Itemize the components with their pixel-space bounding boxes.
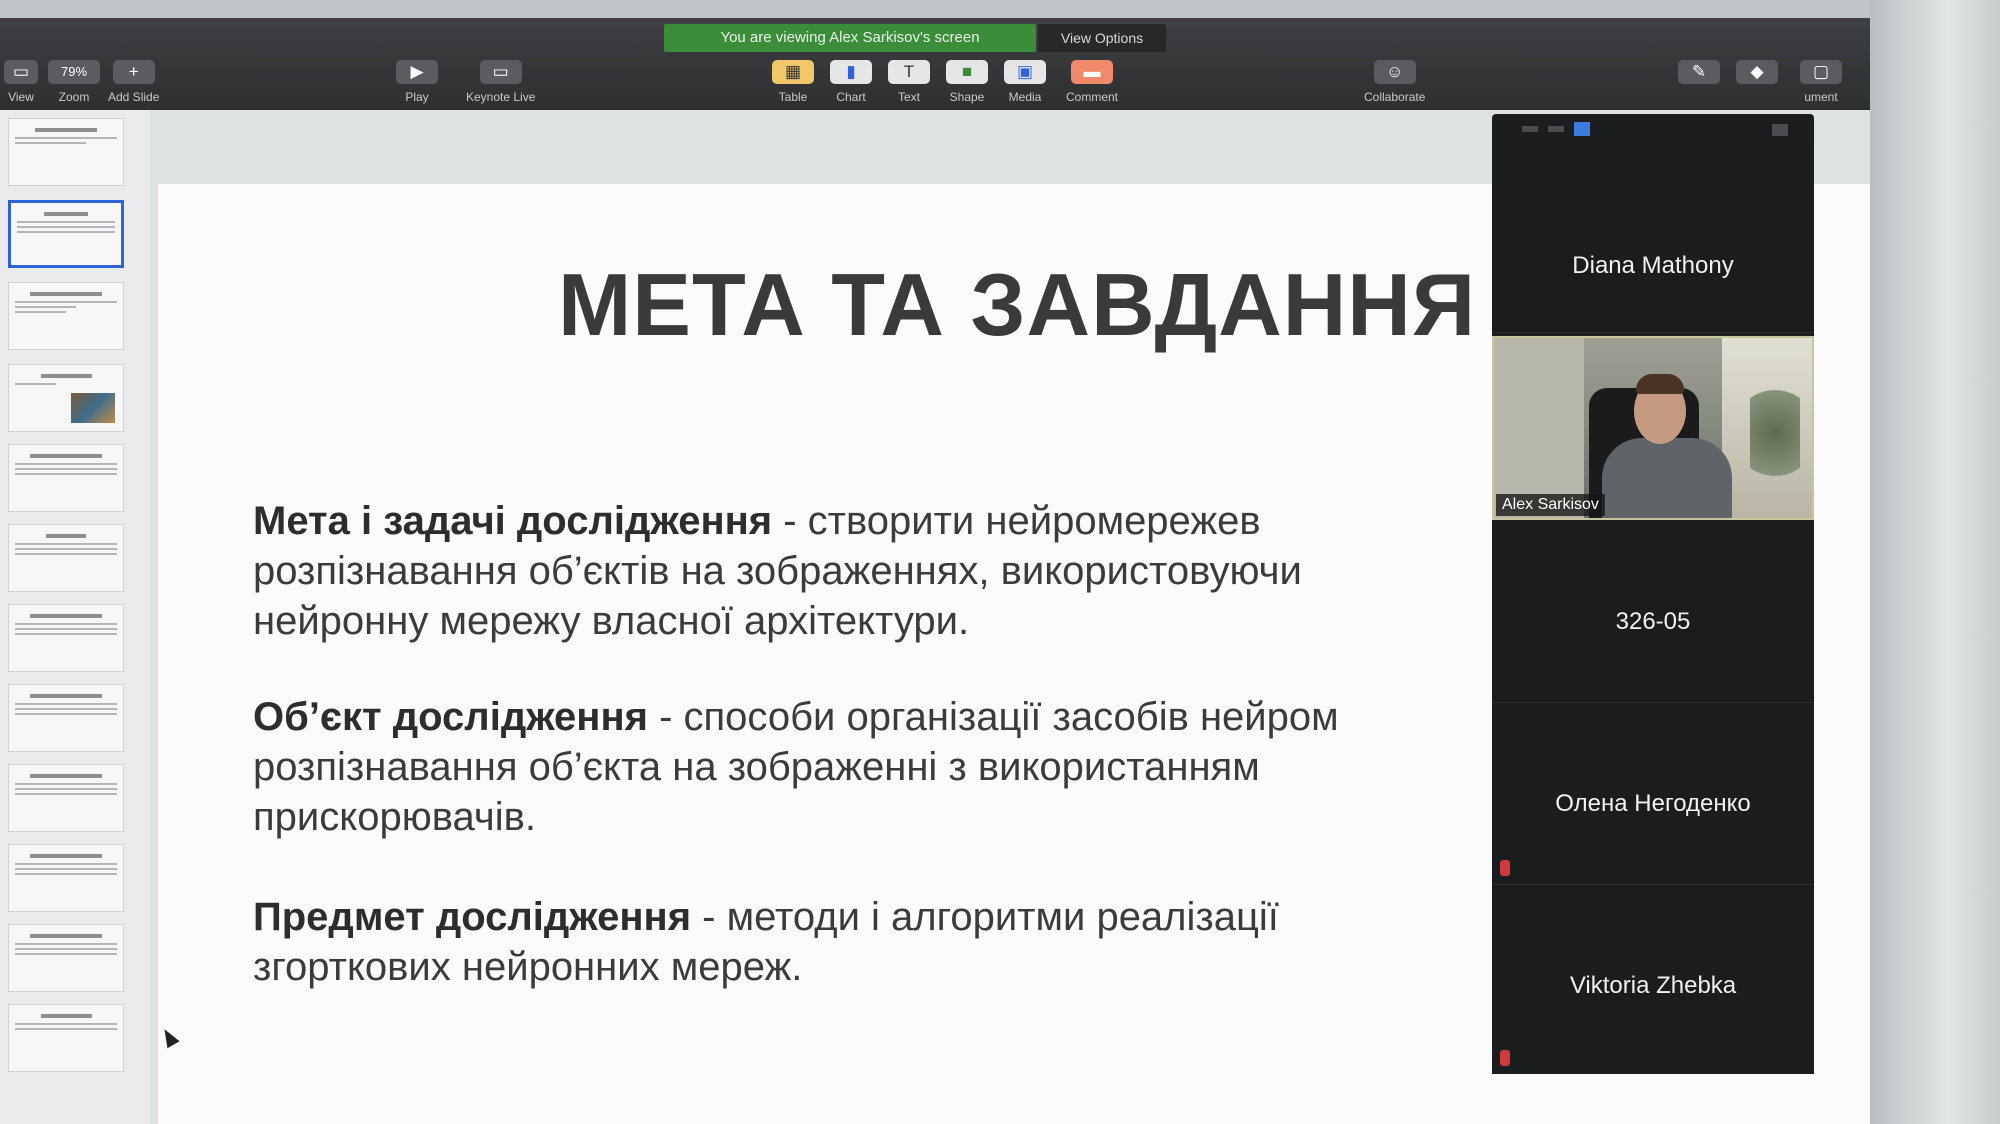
keynote-live-button[interactable]: ▭ Keynote Live xyxy=(466,60,535,104)
slide-thumbnail[interactable] xyxy=(8,282,124,350)
play-icon: ▶ xyxy=(396,60,438,84)
view-button[interactable]: ▭ View xyxy=(4,60,38,104)
video-background xyxy=(1494,338,1584,518)
participant-tile[interactable]: Viktoria Zhebka xyxy=(1492,886,1814,1074)
slide-thumbnail[interactable] xyxy=(8,364,124,432)
keynote-live-icon: ▭ xyxy=(479,60,522,84)
mic-muted-icon xyxy=(1500,1050,1510,1066)
participant-tile[interactable]: Олена Негоденко xyxy=(1492,704,1814,885)
collaborate-button[interactable]: ☺ Collaborate xyxy=(1364,60,1425,104)
fullscreen-icon[interactable] xyxy=(1772,124,1788,136)
media-label: Media xyxy=(1008,90,1042,104)
document-button[interactable]: ▢ ument xyxy=(1800,60,1842,104)
table-label: Table xyxy=(778,90,808,104)
insert-media-button[interactable]: ▣ Media xyxy=(1004,60,1046,104)
insert-shape-button[interactable]: ■ Shape xyxy=(946,60,988,104)
format-button[interactable]: ✎ xyxy=(1678,60,1720,84)
slide-title: МЕТА ТА ЗАВДАННЯ xyxy=(558,255,1477,354)
add-slide-label: Add Slide xyxy=(108,90,160,104)
add-slide-button[interactable]: + Add Slide xyxy=(108,60,159,104)
animate-icon: ◆ xyxy=(1736,60,1778,84)
document-icon: ▢ xyxy=(1800,60,1842,84)
slide-thumbnail[interactable] xyxy=(8,764,124,832)
slide-paragraph: Мета і задачі дослідження - створити ней… xyxy=(253,496,1453,646)
thumbnail-image xyxy=(71,393,115,423)
paragraph-heading: Мета і задачі дослідження xyxy=(253,499,773,543)
plant xyxy=(1750,378,1800,488)
play-button[interactable]: ▶ Play xyxy=(396,60,438,104)
collaborate-icon: ☺ xyxy=(1373,60,1416,84)
chart-label: Chart xyxy=(836,90,866,104)
monitor-bezel-top xyxy=(0,0,1870,18)
insert-text-button[interactable]: T Text xyxy=(888,60,930,104)
slide-paragraph: Об’єкт дослідження - способи організації… xyxy=(253,692,1453,842)
media-icon: ▣ xyxy=(1004,60,1046,84)
person-hair xyxy=(1636,374,1684,394)
participant-tile[interactable]: 326-05 xyxy=(1492,522,1814,703)
shape-icon: ■ xyxy=(946,60,988,84)
slide-thumbnail[interactable] xyxy=(8,524,124,592)
table-icon: ▦ xyxy=(772,60,814,84)
document-label: ument xyxy=(1804,90,1838,104)
minimize-icon[interactable] xyxy=(1522,126,1538,132)
zoom-participants-panel: Diana Mathony Alex Sarkisov 326-05 Олена… xyxy=(1492,114,1814,1074)
text-icon: T xyxy=(888,60,930,84)
zoom-value: 79% xyxy=(48,60,100,84)
paragraph-heading: Предмет дослідження xyxy=(253,895,692,939)
play-label: Play xyxy=(405,90,429,104)
view-icon: ▭ xyxy=(4,60,38,84)
slide-thumbnail[interactable] xyxy=(8,924,124,992)
zoom-label: Zoom xyxy=(58,90,90,104)
animate-button[interactable]: ◆ xyxy=(1736,60,1778,84)
view-label: View xyxy=(8,90,34,104)
keynote-live-label: Keynote Live xyxy=(466,90,536,104)
keynote-toolbar: ▭ View 79% Zoom + Add Slide ▶ Play ▭ Key… xyxy=(0,18,1870,110)
text-label: Text xyxy=(897,90,920,104)
person-body xyxy=(1602,438,1732,518)
slide-thumbnail[interactable] xyxy=(8,844,124,912)
comment-icon: ▬ xyxy=(1071,60,1113,84)
participant-name: Diana Mathony xyxy=(1572,252,1734,279)
zoom-dropdown[interactable]: 79% Zoom xyxy=(48,60,100,104)
plus-icon: + xyxy=(112,60,155,84)
participant-video[interactable]: Alex Sarkisov xyxy=(1492,336,1814,520)
participant-name: Олена Негоденко xyxy=(1555,790,1751,817)
shape-label: Shape xyxy=(949,90,985,104)
insert-table-button[interactable]: ▦ Table xyxy=(772,60,814,104)
panel-controls xyxy=(1492,114,1814,144)
background-wall xyxy=(1870,0,2000,1124)
view-options-button[interactable]: View Options xyxy=(1038,24,1166,52)
chart-icon: ▮ xyxy=(830,60,872,84)
insert-comment-button[interactable]: ▬ Comment xyxy=(1066,60,1118,104)
mic-muted-icon xyxy=(1500,860,1510,876)
participant-name: 326-05 xyxy=(1615,608,1691,635)
slide-thumbnail[interactable] xyxy=(8,684,124,752)
comment-label: Comment xyxy=(1066,90,1119,104)
slide-thumbnail-active[interactable] xyxy=(8,200,124,268)
participant-tile[interactable]: Diana Mathony xyxy=(1492,144,1814,333)
slide-thumbnail[interactable] xyxy=(8,118,124,186)
slide-thumbnail[interactable] xyxy=(8,1004,124,1072)
screen: ▭ View 79% Zoom + Add Slide ▶ Play ▭ Key… xyxy=(0,18,1870,1124)
gallery-view-icon[interactable] xyxy=(1548,126,1564,132)
paragraph-heading: Об’єкт дослідження xyxy=(253,695,648,739)
slide-thumbnail[interactable] xyxy=(8,444,124,512)
collaborate-label: Collaborate xyxy=(1364,90,1426,104)
insert-chart-button[interactable]: ▮ Chart xyxy=(830,60,872,104)
speaker-view-icon[interactable] xyxy=(1574,122,1590,136)
format-icon: ✎ xyxy=(1678,60,1720,84)
slide-paragraph: Предмет дослідження - методи і алгоритми… xyxy=(253,892,1453,992)
participant-name: Viktoria Zhebka xyxy=(1569,972,1737,999)
slide-navigator xyxy=(0,110,151,1124)
screen-share-banner: You are viewing Alex Sarkisov's screen xyxy=(664,24,1036,52)
slide-thumbnail[interactable] xyxy=(8,604,124,672)
participant-name: Alex Sarkisov xyxy=(1496,494,1605,516)
